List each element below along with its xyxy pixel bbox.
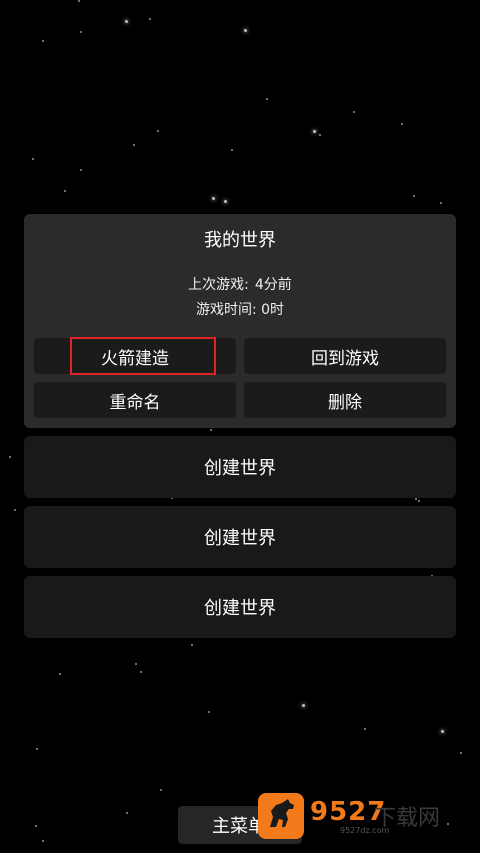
star: [244, 29, 247, 32]
star: [212, 197, 215, 200]
star: [440, 202, 442, 204]
star: [35, 825, 37, 827]
star: [401, 123, 403, 125]
star: [42, 40, 44, 42]
last-played-line: 上次游戏: 4分前: [24, 274, 456, 294]
return-to-game-button[interactable]: 回到游戏: [244, 338, 446, 374]
star: [140, 671, 142, 673]
rename-button[interactable]: 重命名: [34, 382, 236, 418]
star: [126, 812, 128, 814]
star: [319, 134, 321, 136]
play-time-value: 0时: [261, 302, 285, 318]
create-world-slot-2[interactable]: 创建世界: [24, 506, 456, 568]
delete-button[interactable]: 删除: [244, 382, 446, 418]
watermark-url: 9527dz.com: [340, 826, 390, 835]
star: [418, 500, 420, 502]
star: [135, 663, 137, 665]
create-world-slot-3[interactable]: 创建世界: [24, 576, 456, 638]
star: [9, 456, 11, 458]
star: [64, 190, 66, 192]
star: [364, 728, 366, 730]
rocket-build-button[interactable]: 火箭建造: [34, 338, 236, 374]
star: [59, 673, 61, 675]
star: [125, 20, 128, 23]
last-played-label: 上次游戏:: [188, 277, 249, 293]
star: [302, 704, 305, 707]
star: [231, 149, 233, 151]
world-title: 我的世界: [204, 230, 276, 251]
star: [42, 840, 44, 842]
world-panel: 我的世界 上次游戏: 4分前 游戏时间: 0时 火箭建造 回到游戏 重命名 删除: [24, 214, 456, 428]
star: [160, 789, 162, 791]
star: [210, 429, 212, 431]
create-world-slot-1[interactable]: 创建世界: [24, 436, 456, 498]
star: [149, 18, 151, 20]
star: [14, 509, 16, 511]
star: [313, 130, 316, 133]
star: [266, 98, 268, 100]
star: [447, 823, 449, 825]
star: [36, 748, 38, 750]
horse-icon: [258, 793, 304, 839]
play-time-line: 游戏时间: 0时: [24, 299, 456, 319]
star: [208, 711, 210, 713]
star: [224, 200, 227, 203]
watermark-logo-svg: [270, 799, 294, 827]
star: [460, 752, 462, 754]
star: [78, 0, 80, 2]
star: [191, 644, 193, 646]
star: [415, 498, 417, 500]
play-time-label: 游戏时间:: [195, 302, 257, 318]
star: [413, 195, 415, 197]
star: [80, 169, 82, 171]
star: [80, 31, 82, 33]
last-played-value: 4分前: [254, 277, 292, 293]
star: [441, 730, 444, 733]
star: [157, 130, 159, 132]
star: [353, 111, 355, 113]
star: [32, 158, 34, 160]
star: [133, 144, 135, 146]
